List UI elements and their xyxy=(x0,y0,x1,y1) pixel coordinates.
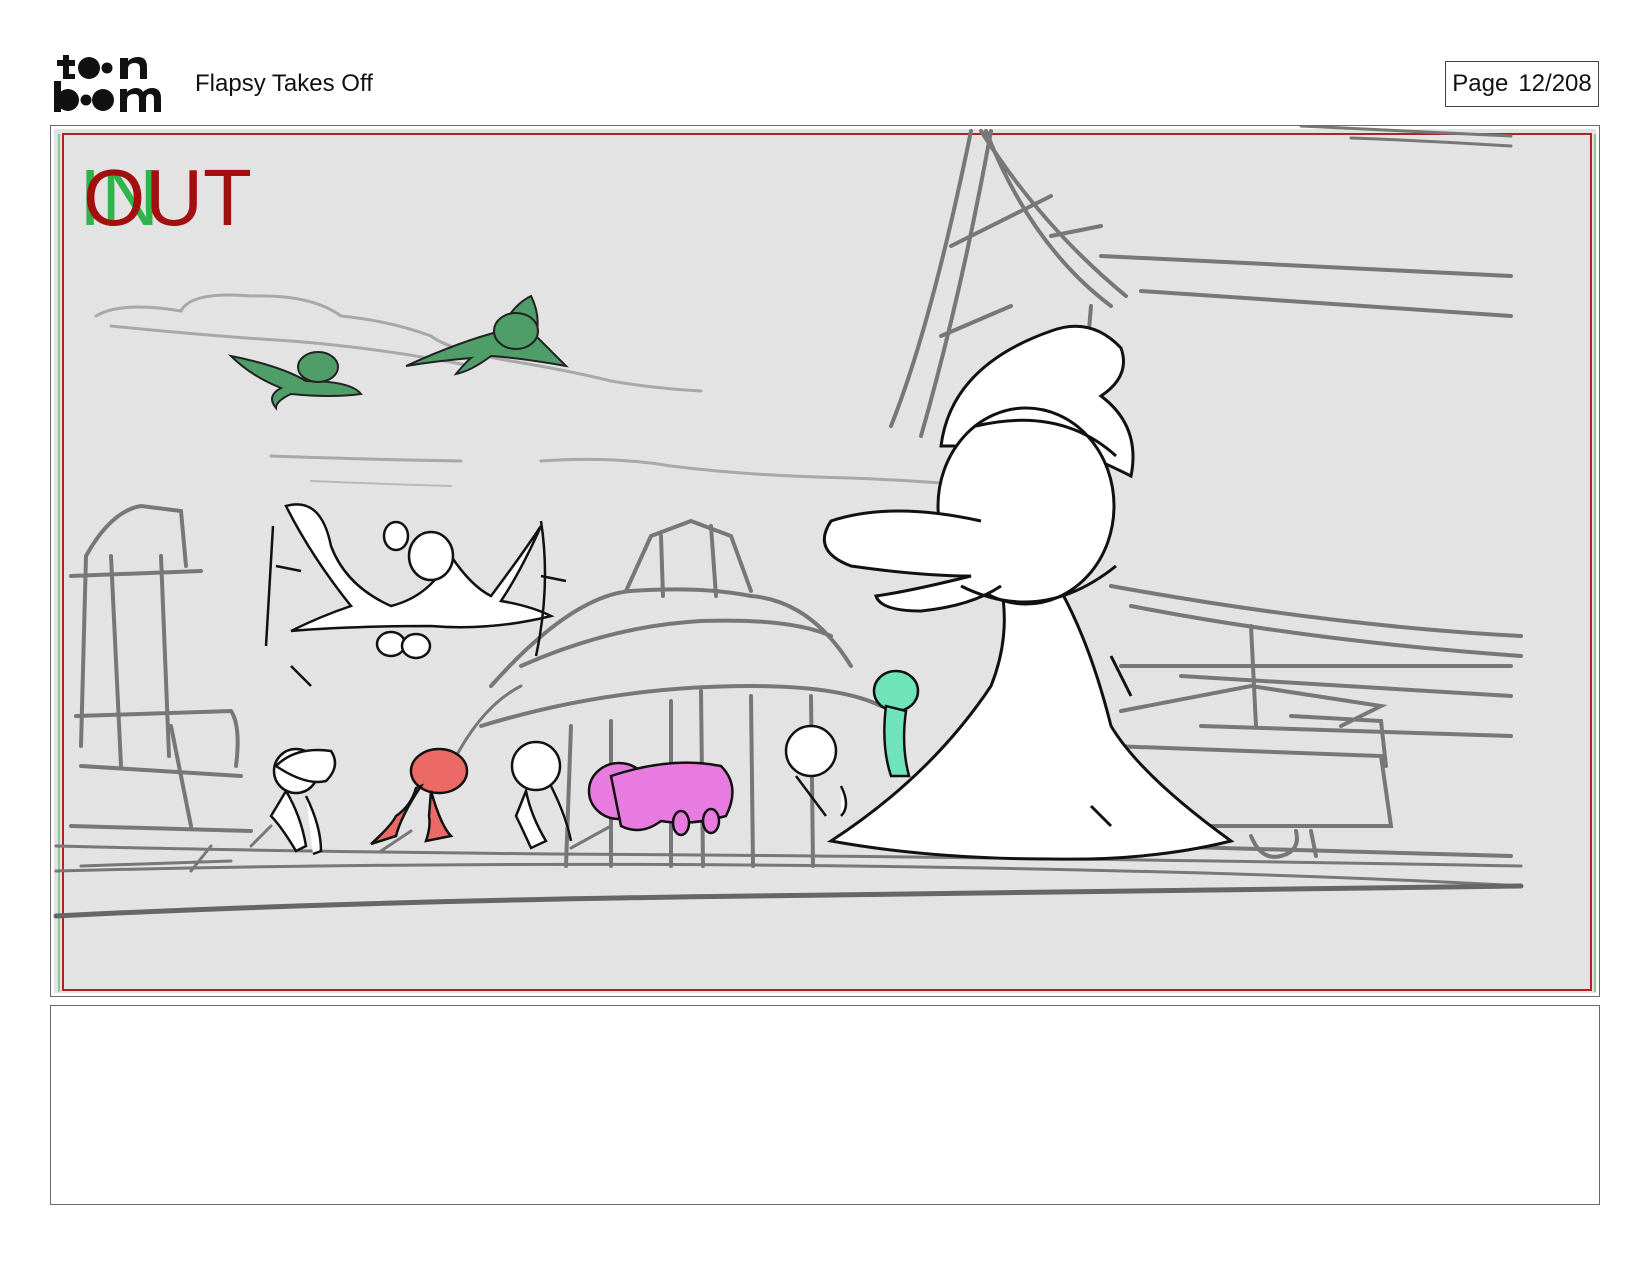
out-marker: OUT xyxy=(83,153,252,242)
page-indicator: Page 12/208 xyxy=(1445,61,1599,107)
page-number: 12/208 xyxy=(1518,70,1592,97)
caption-box xyxy=(50,1005,1600,1205)
storyboard-panel: IN OUT xyxy=(50,125,1600,997)
page-label: Page xyxy=(1452,70,1509,97)
toonboom-logo xyxy=(54,55,161,112)
panel-drawing: IN OUT xyxy=(53,126,1596,993)
project-title: Flapsy Takes Off xyxy=(195,70,373,97)
